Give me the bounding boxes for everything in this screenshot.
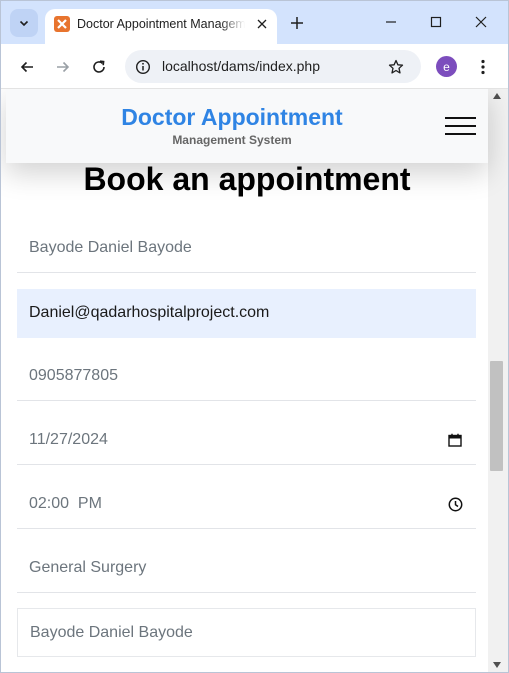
- name-value: Bayode Daniel Bayode: [29, 239, 192, 256]
- tab-title: Doctor Appointment Management System: [77, 17, 245, 31]
- forward-icon: [57, 61, 70, 73]
- email-value: Daniel@qadarhospitalproject.com: [29, 304, 270, 321]
- close-window-icon: [475, 16, 487, 28]
- plus-icon: [291, 17, 303, 29]
- time-input[interactable]: 02:00 PM: [17, 480, 476, 529]
- active-tab[interactable]: Doctor Appointment Management System: [45, 9, 277, 44]
- brand-title[interactable]: Doctor Appointment: [6, 104, 458, 131]
- calendar-icon[interactable]: [446, 431, 464, 449]
- page-viewport: Doctor Appointment Management System Boo…: [1, 89, 508, 672]
- back-button[interactable]: [13, 53, 41, 81]
- minimize-button[interactable]: [376, 8, 406, 36]
- scroll-up-arrow[interactable]: [493, 93, 501, 99]
- hamburger-icon[interactable]: [445, 114, 477, 138]
- doctor-value: Bayode Daniel Bayode: [30, 624, 193, 641]
- doctor-select[interactable]: Bayode Daniel Bayode: [17, 608, 476, 657]
- date-input[interactable]: 11/27/2024: [17, 416, 476, 465]
- tab-close-button[interactable]: [253, 15, 271, 33]
- forward-button[interactable]: [49, 53, 77, 81]
- browser-window: Doctor Appointment Management System: [0, 0, 509, 673]
- specialization-select[interactable]: General Surgery: [17, 544, 476, 593]
- clock-icon[interactable]: [446, 495, 464, 513]
- phone-input[interactable]: 0905877805: [17, 352, 476, 401]
- minimize-icon: [386, 21, 396, 23]
- site-header: Doctor Appointment Management System: [6, 89, 488, 163]
- page-heading: Book an appointment: [83, 161, 411, 197]
- close-icon: [257, 19, 267, 29]
- name-input[interactable]: Bayode Daniel Bayode: [17, 224, 476, 273]
- tab-list-icon: [19, 20, 29, 27]
- specialization-value: General Surgery: [29, 559, 147, 576]
- close-window-button[interactable]: [466, 8, 496, 36]
- reload-button[interactable]: [85, 53, 113, 81]
- bookmark-button[interactable]: [385, 56, 407, 78]
- kebab-menu-icon: [481, 59, 485, 75]
- browser-toolbar: localhost/dams/index.php e: [1, 44, 508, 89]
- page-scrollbar[interactable]: [488, 89, 508, 672]
- back-icon: [20, 61, 33, 73]
- reload-icon: [93, 60, 105, 73]
- url-text: localhost/dams/index.php: [162, 58, 320, 74]
- maximize-button[interactable]: [421, 8, 451, 36]
- xampp-favicon: [54, 16, 70, 32]
- new-tab-button[interactable]: [285, 11, 309, 35]
- date-value: 11/27/2024: [29, 431, 108, 448]
- address-bar[interactable]: localhost/dams/index.php: [125, 50, 421, 83]
- brand-subtitle: Management System: [172, 133, 292, 147]
- tab-strip: Doctor Appointment Management System: [1, 1, 508, 44]
- time-value: 02:00 PM: [29, 495, 102, 512]
- profile-avatar[interactable]: e: [436, 56, 457, 77]
- tab-list-button[interactable]: [10, 9, 38, 37]
- star-icon: [388, 59, 404, 74]
- scroll-thumb[interactable]: [490, 361, 503, 471]
- maximize-icon: [430, 16, 442, 28]
- site-info-icon[interactable]: [134, 58, 151, 75]
- scroll-down-arrow[interactable]: [493, 662, 501, 668]
- browser-menu-button[interactable]: [471, 53, 495, 81]
- phone-value: 0905877805: [29, 367, 118, 384]
- email-input[interactable]: Daniel@qadarhospitalproject.com: [17, 289, 476, 338]
